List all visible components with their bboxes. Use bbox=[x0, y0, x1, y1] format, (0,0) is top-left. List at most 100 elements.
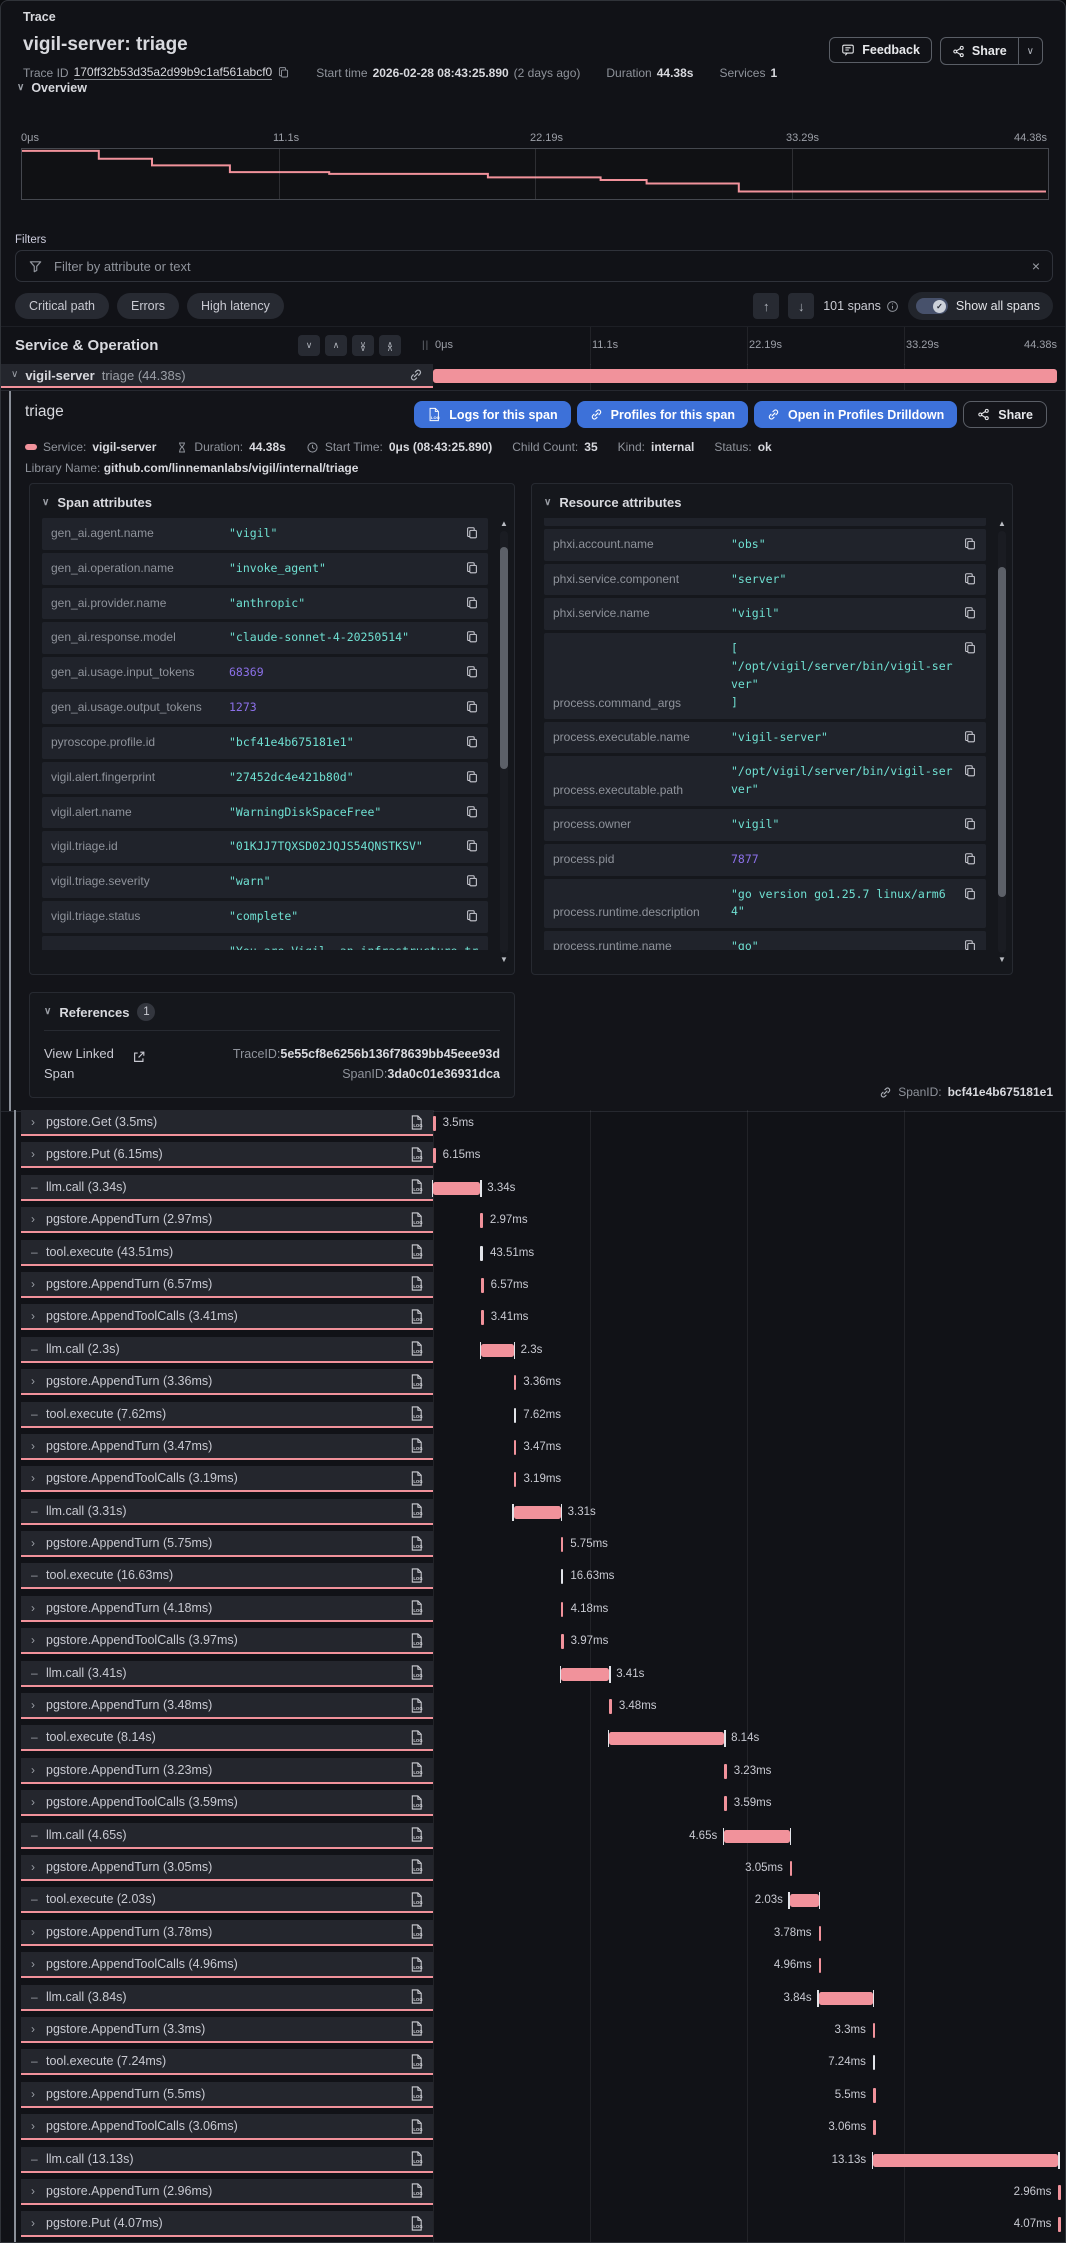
span-duration-bar[interactable] bbox=[433, 1182, 480, 1195]
chevron-right-icon[interactable]: › bbox=[31, 1374, 46, 1388]
span-duration-bar[interactable] bbox=[873, 2055, 876, 2070]
info-icon[interactable] bbox=[886, 300, 899, 313]
span-row-name-cell[interactable]: ›pgstore.AppendToolCalls (4.96ms) LOG bbox=[21, 1952, 433, 1978]
copy-icon[interactable] bbox=[963, 938, 977, 950]
span-logs-icon[interactable]: LOG bbox=[409, 1599, 424, 1616]
span-logs-icon[interactable]: LOG bbox=[409, 1891, 424, 1908]
span-duration-bar[interactable] bbox=[561, 1668, 609, 1681]
copy-icon[interactable] bbox=[465, 873, 479, 888]
dash-icon[interactable]: – bbox=[31, 1180, 46, 1194]
span-duration-bar[interactable] bbox=[514, 1375, 517, 1390]
chevron-right-icon[interactable]: › bbox=[31, 1115, 46, 1129]
span-attributes-header[interactable]: ∨ Span attributes bbox=[42, 493, 502, 518]
span-row-name-cell[interactable]: –tool.execute (7.62ms) LOG bbox=[21, 1402, 433, 1428]
next-match-button[interactable]: ↓ bbox=[788, 293, 814, 319]
span-logs-icon[interactable]: LOG bbox=[409, 1632, 424, 1649]
span-row-name-cell[interactable]: ›pgstore.AppendTurn (4.18ms) LOG bbox=[21, 1596, 433, 1622]
copy-trace-id-icon[interactable] bbox=[277, 66, 290, 79]
span-row-name-cell[interactable]: ›pgstore.AppendTurn (5.75ms) LOG bbox=[21, 1531, 433, 1557]
scroll-up-icon[interactable]: ▲ bbox=[498, 518, 510, 530]
span-duration-bar[interactable] bbox=[819, 1926, 822, 1941]
span-logs-icon[interactable]: LOG bbox=[409, 2118, 424, 2135]
span-row-name-cell[interactable]: ›pgstore.AppendTurn (2.97ms) LOG bbox=[21, 1207, 433, 1233]
logs-for-span-button[interactable]: LOG Logs for this span bbox=[414, 401, 570, 428]
dash-icon[interactable]: – bbox=[31, 1730, 46, 1744]
span-row-name-cell[interactable]: ›pgstore.AppendToolCalls (3.97ms) LOG bbox=[21, 1628, 433, 1654]
share-span-button[interactable]: Share bbox=[963, 401, 1047, 428]
span-logs-icon[interactable]: LOG bbox=[409, 1437, 424, 1454]
span-duration-bar[interactable] bbox=[561, 1634, 564, 1649]
chevron-right-icon[interactable]: › bbox=[31, 1601, 46, 1615]
copy-icon[interactable] bbox=[963, 605, 977, 620]
trace-id-value[interactable]: 170ff32b53d35a2d99b9c1af561abcf0 bbox=[74, 65, 273, 80]
chevron-right-icon[interactable]: › bbox=[31, 1698, 46, 1712]
dash-icon[interactable]: – bbox=[31, 1568, 46, 1582]
span-row-name-cell[interactable]: –tool.execute (7.24ms) LOG bbox=[21, 2049, 433, 2075]
scroll-down-icon[interactable]: ▼ bbox=[996, 954, 1008, 966]
span-row-name-cell[interactable]: ›pgstore.AppendTurn (5.5ms) LOG bbox=[21, 2082, 433, 2108]
span-duration-bar[interactable] bbox=[514, 1472, 517, 1487]
span-row-name-cell[interactable]: –llm.call (3.31s) LOG bbox=[21, 1499, 433, 1525]
span-logs-icon[interactable]: LOG bbox=[409, 1956, 424, 1973]
chevron-right-icon[interactable]: › bbox=[31, 1860, 46, 1874]
copy-icon[interactable] bbox=[465, 664, 479, 679]
copy-icon[interactable] bbox=[465, 525, 479, 540]
dash-icon[interactable]: – bbox=[31, 1828, 46, 1842]
copy-icon[interactable] bbox=[963, 571, 977, 586]
copy-icon[interactable] bbox=[963, 640, 977, 655]
span-row-name-cell[interactable]: ›pgstore.Put (4.07ms) LOG bbox=[21, 2211, 433, 2237]
dash-icon[interactable]: – bbox=[31, 1342, 46, 1356]
chevron-right-icon[interactable]: › bbox=[31, 1633, 46, 1647]
copy-icon[interactable] bbox=[465, 734, 479, 749]
dash-icon[interactable]: – bbox=[31, 1666, 46, 1680]
copy-icon[interactable] bbox=[465, 908, 479, 923]
toggle-switch[interactable]: ✓ bbox=[916, 298, 948, 314]
span-row-name-cell[interactable]: –llm.call (4.65s) LOG bbox=[21, 1823, 433, 1849]
span-logs-icon[interactable]: LOG bbox=[409, 1275, 424, 1292]
scrollbar[interactable]: ▲ ▼ bbox=[498, 518, 510, 966]
dash-icon[interactable]: – bbox=[31, 1504, 46, 1518]
span-logs-icon[interactable]: LOG bbox=[409, 2020, 424, 2037]
span-logs-icon[interactable]: LOG bbox=[409, 1502, 424, 1519]
share-split-button[interactable]: Share ∨ bbox=[940, 37, 1043, 65]
collapse-all-button[interactable]: ∨∨ bbox=[352, 335, 374, 356]
span-row-name-cell[interactable]: ›pgstore.AppendToolCalls (3.41ms) LOG bbox=[21, 1304, 433, 1330]
span-duration-bar[interactable] bbox=[433, 1148, 436, 1163]
chevron-right-icon[interactable]: › bbox=[31, 2119, 46, 2133]
copy-icon[interactable] bbox=[963, 816, 977, 831]
span-logs-icon[interactable]: LOG bbox=[409, 1243, 424, 1260]
span-duration-bar[interactable] bbox=[873, 2023, 876, 2038]
copy-icon[interactable] bbox=[465, 838, 479, 853]
span-row-name-cell[interactable]: –tool.execute (2.03s) LOG bbox=[21, 1887, 433, 1913]
dash-icon[interactable]: – bbox=[31, 2054, 46, 2068]
span-logs-icon[interactable]: LOG bbox=[409, 1535, 424, 1552]
scrollbar-thumb[interactable] bbox=[500, 547, 508, 769]
chevron-right-icon[interactable]: › bbox=[31, 2022, 46, 2036]
span-duration-bar[interactable] bbox=[481, 1310, 484, 1325]
link-icon[interactable] bbox=[409, 368, 423, 382]
copy-icon[interactable] bbox=[963, 729, 977, 744]
span-logs-icon[interactable]: LOG bbox=[409, 2215, 424, 2232]
span-row-name-cell[interactable]: ›pgstore.AppendToolCalls (3.19ms) LOG bbox=[21, 1466, 433, 1492]
chevron-right-icon[interactable]: › bbox=[31, 1471, 46, 1485]
span-duration-bar[interactable] bbox=[724, 1796, 727, 1811]
chevron-right-icon[interactable]: › bbox=[31, 2216, 46, 2230]
span-duration-bar[interactable] bbox=[561, 1569, 564, 1584]
span-row-name-cell[interactable]: –tool.execute (16.63ms) LOG bbox=[21, 1563, 433, 1589]
root-span-name-cell[interactable]: ∨ vigil-server triage (44.38s) bbox=[1, 364, 433, 388]
span-duration-bar[interactable] bbox=[480, 1213, 483, 1228]
share-caret-icon[interactable]: ∨ bbox=[1018, 38, 1042, 64]
span-duration-bar[interactable] bbox=[480, 1246, 483, 1261]
dash-icon[interactable]: – bbox=[31, 1407, 46, 1421]
span-logs-icon[interactable]: LOG bbox=[409, 1308, 424, 1325]
chevron-right-icon[interactable]: › bbox=[31, 1212, 46, 1226]
expand-all-button[interactable]: ∧∧ bbox=[379, 335, 401, 356]
span-duration-bar[interactable] bbox=[819, 1958, 822, 1973]
span-duration-bar[interactable] bbox=[819, 1992, 873, 2005]
breadcrumb[interactable]: Trace bbox=[23, 10, 56, 24]
span-logs-icon[interactable]: LOG bbox=[409, 1664, 424, 1681]
root-span-bar[interactable] bbox=[433, 369, 1057, 383]
copy-icon[interactable] bbox=[465, 629, 479, 644]
filter-input[interactable] bbox=[52, 258, 1023, 275]
span-duration-bar[interactable] bbox=[514, 1408, 517, 1423]
